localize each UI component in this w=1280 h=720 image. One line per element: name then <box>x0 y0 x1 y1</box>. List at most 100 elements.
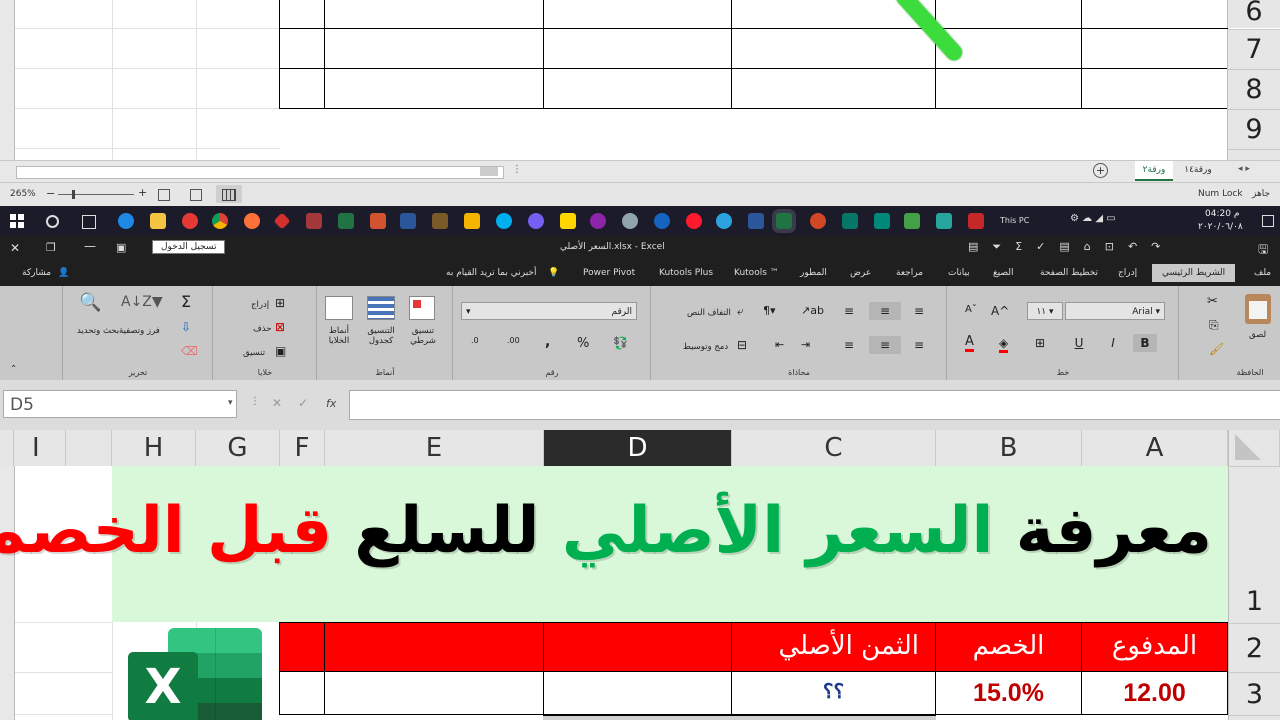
cut-icon[interactable]: ✂ <box>1207 294 1218 309</box>
tab-formulas[interactable]: الصيغ <box>993 268 1014 278</box>
number-format-select[interactable]: ▾ الرقم <box>461 302 637 320</box>
app-icon[interactable] <box>182 213 198 229</box>
publisher-icon[interactable] <box>370 213 386 229</box>
edge-icon[interactable] <box>118 213 134 229</box>
sheet-tab-active[interactable]: ورقة٢ <box>1135 161 1173 181</box>
increase-decimal-icon[interactable]: .0 <box>471 336 479 345</box>
tab-nav-arrows-icon[interactable]: ◂ ▸ <box>1238 164 1250 174</box>
formula-input[interactable] <box>349 390 1280 420</box>
borders-icon[interactable]: ⊞ <box>1035 336 1045 350</box>
column-header-I[interactable]: I <box>14 430 66 466</box>
format-cells-icon[interactable]: ▣ <box>275 344 286 358</box>
top-grid-area[interactable]: 6 7 8 9 <box>0 0 1280 160</box>
worksheet[interactable]: معرفة السعر الأصلي للسلع قبل الخصم الثمن… <box>0 466 1280 720</box>
tab-view[interactable]: عرض <box>850 268 871 278</box>
file-explorer-icon[interactable] <box>150 213 166 229</box>
increase-font-icon[interactable]: A^ <box>991 304 1009 318</box>
insert-function-button[interactable]: fx <box>326 397 336 410</box>
clear-icon[interactable]: ⌫ <box>181 344 198 358</box>
bold-button[interactable]: B <box>1133 334 1157 352</box>
cell-styles-icon[interactable] <box>325 296 353 320</box>
column-header-G[interactable]: G <box>196 430 280 466</box>
zoom-slider[interactable] <box>58 194 134 195</box>
chrome-icon[interactable] <box>212 213 228 229</box>
quick-access-icons[interactable]: ▤⏷Σ✓▤⌂⊡↶↷ <box>968 240 1174 254</box>
row-header-3[interactable]: 3 <box>1228 672 1280 715</box>
percent-button[interactable]: % <box>577 336 589 351</box>
column-header-E[interactable]: E <box>325 430 544 466</box>
format-cells-button[interactable]: تنسيق <box>243 348 265 358</box>
sort-filter-icon[interactable]: A↓Z▼ <box>121 294 163 310</box>
word-icon[interactable] <box>748 213 764 229</box>
app-icon[interactable] <box>622 213 638 229</box>
align-middle-button[interactable]: ≡ <box>869 302 901 320</box>
page-break-view-icon[interactable] <box>158 189 170 201</box>
column-header-A[interactable]: A <box>1082 430 1228 466</box>
font-color-icon[interactable]: A <box>965 334 974 352</box>
this-pc-label[interactable]: This PC <box>1000 216 1029 225</box>
system-tray-icons[interactable]: ⚙ ☁ ◢ ▭ <box>1070 213 1116 224</box>
column-header-C[interactable]: C <box>732 430 936 466</box>
column-header-B[interactable]: B <box>936 430 1082 466</box>
font-name-select[interactable]: Arial ▾ <box>1065 302 1165 320</box>
insert-cells-icon[interactable]: ⊞ <box>275 296 285 310</box>
firefox-icon[interactable] <box>244 213 260 229</box>
wrap-text-icon[interactable]: ⤶ <box>737 304 744 319</box>
media-icon[interactable] <box>464 213 480 229</box>
name-box[interactable]: D5 <box>3 390 237 418</box>
page-layout-view-icon[interactable] <box>190 189 202 201</box>
save-icon[interactable]: 🖫 <box>1258 240 1268 261</box>
notifications-icon[interactable] <box>1262 215 1274 227</box>
task-view-icon[interactable] <box>82 215 96 229</box>
paste-button[interactable]: لصق <box>1249 330 1266 340</box>
formula-options-icon[interactable]: ⋮ <box>250 396 260 407</box>
tab-home[interactable]: الشريط الرئيسي <box>1152 264 1236 282</box>
align-center-button[interactable]: ≡ <box>869 336 901 354</box>
powerpoint-icon[interactable] <box>810 213 826 229</box>
scroll-thumb[interactable] <box>480 167 498 176</box>
row-header-6[interactable]: 6 <box>1227 0 1280 28</box>
column-header-D[interactable]: D <box>544 430 732 466</box>
share-button[interactable]: مشاركة <box>22 268 51 278</box>
tab-developer[interactable]: المطور <box>800 268 827 278</box>
format-table-icon[interactable] <box>367 296 395 320</box>
enter-icon[interactable]: ✓ <box>298 396 308 410</box>
row-header-8[interactable]: 8 <box>1227 69 1280 109</box>
align-top-button[interactable]: ≡ <box>907 302 931 320</box>
cell-styles-button[interactable]: أنماط الخلايا <box>321 326 357 346</box>
tab-power-pivot[interactable]: Power Pivot <box>583 268 635 278</box>
app-icon[interactable] <box>432 213 448 229</box>
horizontal-scrollbar[interactable] <box>16 166 504 179</box>
access-icon[interactable] <box>968 213 984 229</box>
row-header-9[interactable]: 9 <box>1227 109 1280 149</box>
format-painter-icon[interactable]: 🖌 <box>1209 342 1224 356</box>
font-size-select[interactable]: ١١ ▾ <box>1027 302 1063 320</box>
currency-icon[interactable]: 💱 <box>613 336 628 350</box>
viber-icon[interactable] <box>528 213 544 229</box>
outdent-icon[interactable]: ⇥ <box>801 338 810 351</box>
row-header-1[interactable]: 1 <box>1228 466 1280 623</box>
column-header-F[interactable]: F <box>280 430 325 466</box>
header-discount[interactable]: الخصم <box>935 622 1082 672</box>
add-sheet-icon[interactable]: + <box>1093 163 1108 178</box>
app-icon[interactable] <box>273 212 291 230</box>
merge-center-icon[interactable]: ⊟ <box>737 338 747 352</box>
search-icon[interactable] <box>46 215 59 228</box>
excel-icon[interactable] <box>776 213 792 229</box>
ribbon-display-icon[interactable]: ▣ <box>116 241 126 254</box>
wrap-text-button[interactable]: التفاف النص <box>687 308 731 318</box>
row-header-2[interactable]: 2 <box>1228 623 1280 672</box>
sign-in-button[interactable]: تسجيل الدخول <box>152 240 226 254</box>
clock-date[interactable]: ٢٠٢٠/٠٦/٠٨ <box>1198 222 1243 232</box>
delete-cells-button[interactable]: حذف <box>253 324 272 334</box>
tell-me-search[interactable]: أخبرني بما تريد القيام به <box>446 268 537 278</box>
orientation-icon[interactable]: ↗ab <box>801 304 824 317</box>
select-all-corner[interactable] <box>1228 430 1280 466</box>
word-icon[interactable] <box>400 213 416 229</box>
app-icon[interactable] <box>936 213 952 229</box>
windows-start-icon[interactable] <box>10 214 24 228</box>
skype-icon[interactable] <box>496 213 512 229</box>
clock-time[interactable]: 04:20 م <box>1205 209 1239 219</box>
header-original-price[interactable]: الثمن الأصلي <box>731 622 936 672</box>
italic-button[interactable]: I <box>1101 334 1125 352</box>
